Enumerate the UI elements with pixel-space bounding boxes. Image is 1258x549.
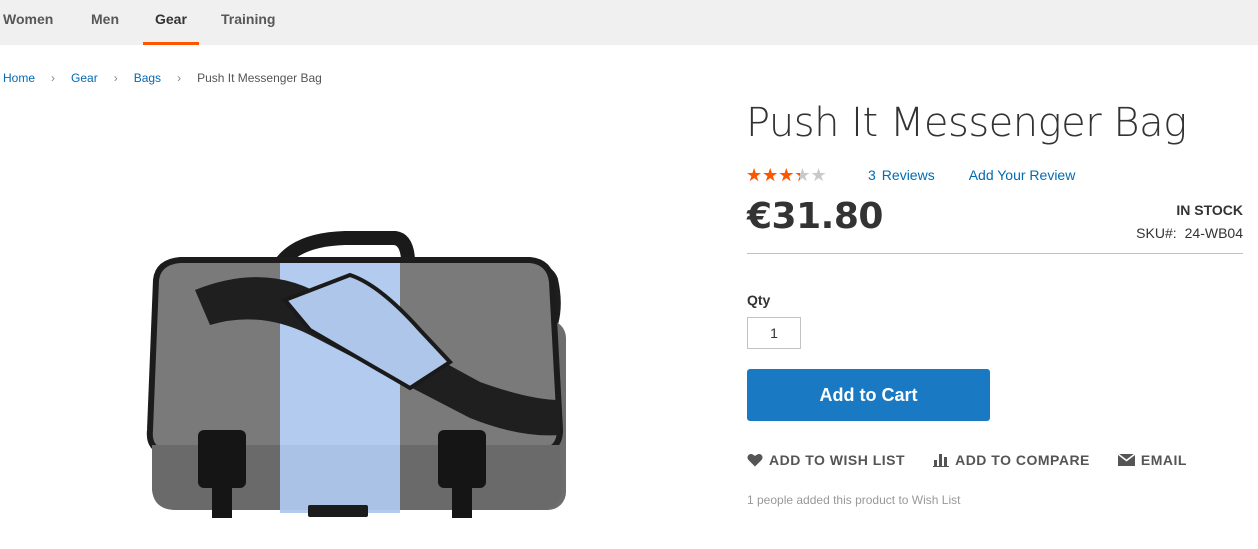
email-label: Email: [1140, 452, 1187, 468]
breadcrumb-home-link[interactable]: Home: [3, 71, 35, 85]
nav-item-women[interactable]: Women: [0, 0, 56, 45]
qty-input[interactable]: [747, 317, 801, 349]
breadcrumb-current: Push It Messenger Bag: [197, 71, 322, 85]
rating-stars: ★★★★★ ★★★★★: [746, 165, 836, 185]
bar-chart-icon: [933, 454, 950, 467]
breadcrumb-bags-link[interactable]: Bags: [134, 71, 161, 85]
nav-item-gear[interactable]: Gear: [143, 0, 199, 45]
product-image[interactable]: [120, 100, 600, 540]
chevron-right-icon: ›: [177, 71, 182, 85]
breadcrumb-gear-link[interactable]: Gear: [71, 71, 98, 85]
product-social-links: Add to Wish List Add to Compare Email: [747, 452, 1187, 468]
product-price: €31.80: [747, 196, 883, 237]
email-link[interactable]: Email: [1117, 452, 1187, 468]
chevron-right-icon: ›: [113, 71, 118, 85]
add-to-cart-button[interactable]: Add to Cart: [747, 369, 990, 421]
chevron-right-icon: ›: [51, 71, 56, 85]
wishlist-label: Add to Wish List: [769, 452, 906, 468]
product-title: Push It Messenger Bag: [746, 100, 1187, 146]
stock-status: In stock: [1176, 202, 1243, 218]
envelope-icon: [1117, 454, 1135, 466]
nav-item-men[interactable]: Men: [88, 0, 122, 45]
star-filled-icon: ★★★★★: [746, 165, 800, 185]
heart-icon: [747, 454, 763, 467]
sku-value: 24-WB04: [1184, 225, 1243, 241]
add-to-wishlist-link[interactable]: Add to Wish List: [747, 452, 905, 468]
compare-label: Add to Compare: [955, 452, 1090, 468]
messenger-bag-image: [146, 231, 566, 518]
add-review-link[interactable]: Add Your Review: [969, 167, 1076, 183]
sku-label: SKU#:: [1136, 225, 1177, 241]
add-to-compare-link[interactable]: Add to Compare: [933, 452, 1090, 468]
reviews-label: Reviews: [881, 167, 935, 183]
product-sku: SKU#: 24-WB04: [1136, 225, 1243, 241]
breadcrumb: Home › Gear › Bags › Push It Messenger Bag: [3, 71, 322, 85]
wishlist-note: 1 people added this product to Wish List: [747, 493, 961, 507]
reviews-count: 3: [868, 167, 876, 183]
product-rating: ★★★★★ ★★★★★ 3 Reviews Add Your Review: [746, 165, 1075, 185]
divider: [747, 253, 1243, 254]
reviews-link[interactable]: 3 Reviews: [868, 167, 935, 183]
nav-item-training[interactable]: Training: [218, 0, 278, 45]
top-navigation: Women Men Gear Training: [0, 0, 1258, 45]
qty-label: Qty: [747, 292, 771, 308]
